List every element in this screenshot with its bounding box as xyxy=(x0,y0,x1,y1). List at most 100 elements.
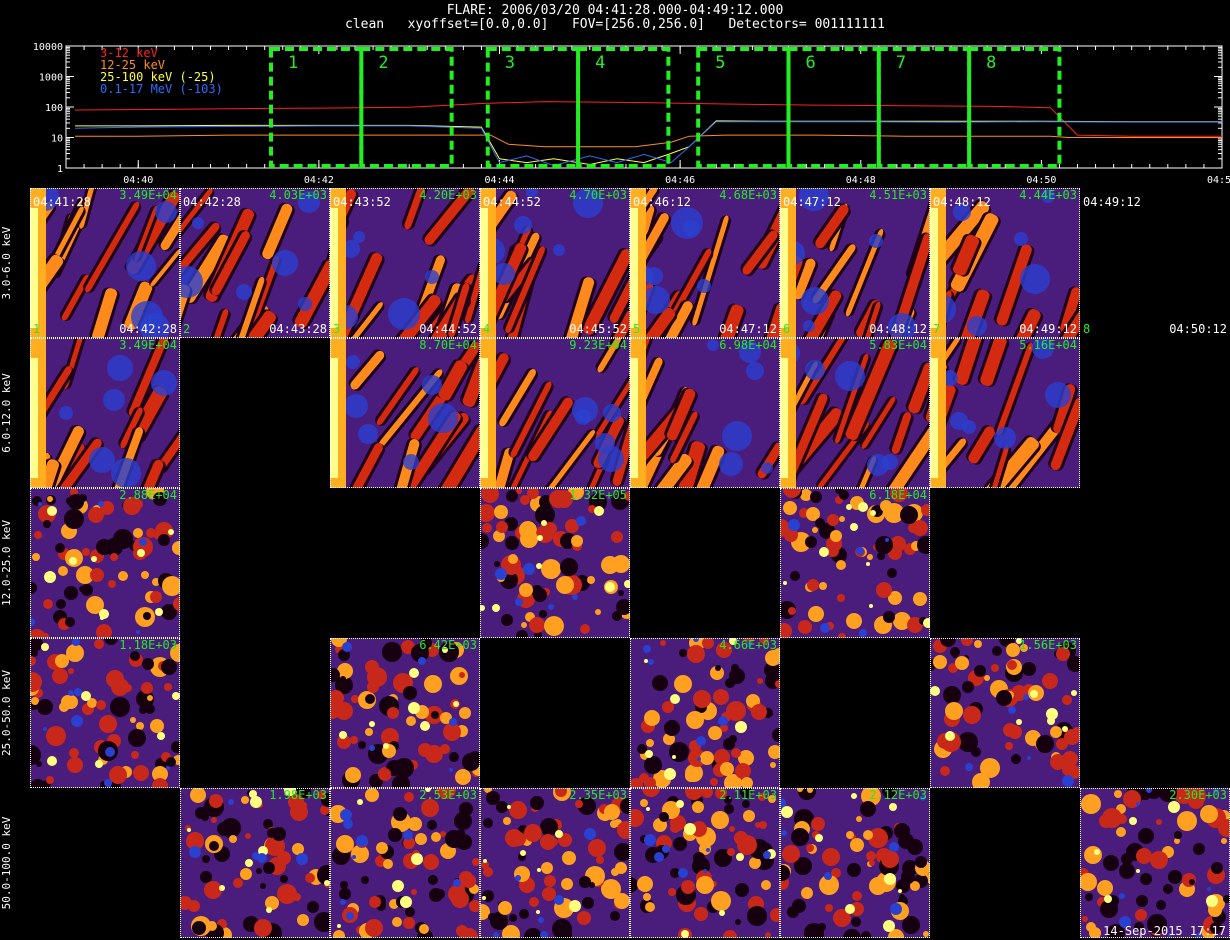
y-tick-label: 1000 xyxy=(39,73,63,84)
x-tick-label: 04:52 xyxy=(1207,175,1230,186)
tile-interval-number: 3 xyxy=(333,322,341,336)
tile-max-label: 3.49E+04 xyxy=(119,338,177,352)
tile-interval-number: 1 xyxy=(33,322,41,336)
interval-label: 5 xyxy=(715,53,725,73)
tile-max-label: 6.42E+03 xyxy=(419,638,477,652)
tile-max-label: 1.32E+05 xyxy=(569,488,627,502)
tile-max-label: 2.11E+03 xyxy=(719,788,777,802)
tile-start-time: 04:42:28 xyxy=(183,195,241,209)
tile-max-label: 5.83E+04 xyxy=(869,338,927,352)
row-label: 25.0-50.0 keV xyxy=(0,669,13,757)
image-tile: 4.20E+03 04:43:52 04:44:52 3 xyxy=(330,188,480,338)
image-tile: 8.70E+04 xyxy=(330,338,480,488)
tile-max-label: 6.18E+04 xyxy=(869,488,927,502)
plot-title: FLARE: 2006/03/20 04:41:28.000-04:49:12.… xyxy=(446,3,784,18)
interval-box xyxy=(696,47,791,168)
row-label: 3.0-6.0 keV xyxy=(0,226,13,300)
image-tile: 3.49E+04 xyxy=(30,338,180,488)
tile-interval-number: 6 xyxy=(783,322,791,336)
tile-interval-number: 4 xyxy=(483,322,491,336)
x-tick-label: 04:44 xyxy=(484,175,514,186)
plot-frame xyxy=(65,45,1223,169)
tile-end-time: 04:44:52 xyxy=(419,322,477,336)
image-tile: 4.44E+03 04:48:12 04:49:12 7 xyxy=(930,188,1080,338)
y-tick-label: 100 xyxy=(45,103,63,114)
tile-end-time: 04:49:12 xyxy=(1019,322,1077,336)
tile-max-label: 1.98E+03 xyxy=(269,788,327,802)
image-tile: 4.03E+03 04:42:28 04:43:28 2 xyxy=(180,188,330,338)
tile-end-time: 04:47:12 xyxy=(719,322,777,336)
interval-label: 2 xyxy=(378,53,388,73)
image-tile: 6.98E+04 xyxy=(630,338,780,488)
tile-max-label: 4.20E+03 xyxy=(419,188,477,202)
tile-max-label: 9.23E+04 xyxy=(569,338,627,352)
legend-entry: 0.1-17 MeV (-103) xyxy=(100,82,223,96)
timestamp: 14-Sep-2015 17:17 xyxy=(1103,924,1226,938)
tile-start-time: 04:47:12 xyxy=(783,195,841,209)
image-tile: 1.32E+05 xyxy=(480,488,630,638)
interval-label: 7 xyxy=(896,53,906,73)
y-tick-label: 10000 xyxy=(33,42,63,53)
tile-max-label: 2.30E+03 xyxy=(1169,788,1227,802)
tile-max-label: 4.70E+03 xyxy=(569,188,627,202)
x-tick-label: 04:40 xyxy=(123,175,153,186)
tile-max-label: 5.16E+04 xyxy=(1019,338,1077,352)
x-tick-label: 04:50 xyxy=(1026,175,1056,186)
series-line-4 xyxy=(74,121,1222,167)
row-label: 6.0-12.0 keV xyxy=(0,373,13,453)
tile-end-time: 04:50:12 xyxy=(1169,322,1227,336)
tile-max-label: 2.88E+04 xyxy=(119,488,177,502)
image-tile: 1.98E+03 xyxy=(180,788,330,938)
empty-tile: 04:49:12 04:50:12 8 xyxy=(1080,188,1230,338)
interval-label: 4 xyxy=(595,53,605,73)
tile-max-label: 4.66E+03 xyxy=(719,638,777,652)
tile-end-time: 04:48:12 xyxy=(869,322,927,336)
image-tile: 2.30E+03 xyxy=(1080,788,1230,938)
tile-max-label: 2.53E+03 xyxy=(419,788,477,802)
image-tile: 9.23E+04 xyxy=(480,338,630,488)
tile-max-label: 4.44E+03 xyxy=(1019,188,1077,202)
tile-interval-number: 7 xyxy=(933,322,941,336)
image-tile: 6.42E+03 xyxy=(330,638,480,788)
image-tile: 2.88E+04 xyxy=(30,488,180,638)
series-line-2 xyxy=(75,134,1222,148)
image-tile: 2.53E+03 xyxy=(330,788,480,938)
interval-box xyxy=(876,47,972,168)
tile-interval-number: 5 xyxy=(633,322,641,336)
image-tile: 4.66E+03 xyxy=(630,638,780,788)
tile-start-time: 04:48:12 xyxy=(933,195,991,209)
tile-max-label: 1.18E+03 xyxy=(119,638,177,652)
tile-max-label: 3.49E+04 xyxy=(119,188,177,202)
tile-max-label: 6.98E+04 xyxy=(719,338,777,352)
image-tile: 4.51E+03 04:47:12 04:48:12 6 xyxy=(780,188,930,338)
tile-max-label: 4.03E+03 xyxy=(269,188,327,202)
y-tick-label: 10 xyxy=(51,134,63,145)
image-tile: 1.18E+03 xyxy=(30,638,180,788)
tile-max-label: 8.70E+04 xyxy=(419,338,477,352)
interval-box xyxy=(576,47,671,168)
x-tick-label: 04:48 xyxy=(846,175,876,186)
plot-subtitle: clean xyoffset=[0.0,0.0] FOV=[256.0,256.… xyxy=(344,17,886,32)
tile-max-label: 4.68E+03 xyxy=(719,188,777,202)
image-tile: 6.18E+04 xyxy=(780,488,930,638)
tile-end-time: 04:42:28 xyxy=(119,322,177,336)
x-tick-label: 04:42 xyxy=(304,175,334,186)
row-label: 50.0-100.0 keV xyxy=(0,816,13,910)
tile-end-time: 04:45:52 xyxy=(569,322,627,336)
tile-interval-number: 8 xyxy=(1083,322,1091,336)
image-tile: 1.56E+03 xyxy=(930,638,1080,788)
tile-start-time: 04:44:52 xyxy=(483,195,541,209)
image-tile: 2.35E+03 xyxy=(480,788,630,938)
tile-start-time: 04:43:52 xyxy=(333,195,391,209)
tile-start-time: 04:46:12 xyxy=(633,195,691,209)
tile-max-label: 2.35E+03 xyxy=(569,788,627,802)
interval-label: 1 xyxy=(288,53,298,73)
image-tile: 2.12E+03 xyxy=(780,788,930,938)
tile-end-time: 04:43:28 xyxy=(269,322,327,336)
tile-start-time: 04:41:28 xyxy=(33,195,91,209)
row-label: 12.0-25.0 keV xyxy=(0,519,13,607)
tile-max-label: 1.56E+03 xyxy=(1019,638,1077,652)
y-tick-label: 1 xyxy=(57,164,63,175)
tile-max-label: 4.51E+03 xyxy=(869,188,927,202)
series-line-3 xyxy=(75,120,1222,166)
